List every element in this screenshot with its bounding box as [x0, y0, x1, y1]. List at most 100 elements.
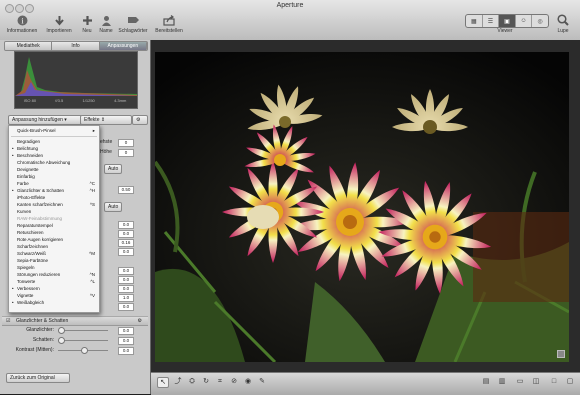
straighten-tool-icon[interactable]: ⊘ — [229, 377, 239, 386]
import-button[interactable]: Importieren — [42, 14, 76, 34]
slider-knob[interactable] — [58, 327, 65, 334]
crop-tool-icon[interactable]: ⌗ — [215, 377, 225, 386]
menu-item[interactable]: Quick-Brush-Pinsel ▸ — [9, 128, 99, 134]
compare-icon[interactable]: ◫ — [531, 377, 541, 386]
row-label: Glanzlichter: — [26, 327, 54, 333]
menu-item[interactable]: Rote Augen korrigieren — [9, 237, 99, 243]
fullscreen-icon[interactable] — [557, 350, 565, 358]
value-field[interactable]: 0 — [118, 149, 134, 157]
menu-item[interactable]: • Weißabgleich — [9, 300, 99, 306]
viewer-view-icon[interactable]: ▣ — [499, 15, 516, 27]
stamp-tool-icon[interactable]: ⛭ — [187, 377, 197, 386]
value-field[interactable]: 0.0 — [118, 221, 134, 229]
value-field[interactable]: 0.0 — [118, 327, 134, 335]
value-field[interactable]: 0.0 — [118, 337, 134, 345]
slider-track[interactable] — [58, 337, 108, 344]
menu-item[interactable]: Störungen reduzieren ^N — [9, 272, 99, 278]
split-view-icon[interactable]: ▥ — [497, 377, 507, 386]
info-button[interactable]: i Informationen — [5, 14, 39, 34]
menu-item[interactable]: • Glanzlichter & Schatten ^H — [9, 188, 99, 194]
menu-item[interactable]: • Verbessern — [9, 286, 99, 292]
name-button[interactable]: Name — [97, 14, 115, 34]
value-field[interactable]: 0.0 — [118, 248, 134, 256]
flower-photo[interactable] — [155, 52, 569, 362]
menu-item[interactable]: Vignette ^V — [9, 293, 99, 299]
menu-item[interactable]: Schwarz/Weiß ^M — [9, 251, 99, 257]
tab-adjustments[interactable]: Anpassungen — [99, 42, 147, 50]
shadows-row: Schatten: 0.0 — [0, 336, 150, 345]
menu-item-label: Rote Augen korrigieren — [17, 237, 64, 242]
slider-track[interactable] — [58, 347, 108, 354]
new-button[interactable]: Neu — [78, 14, 96, 34]
menu-item-shortcut: ▸ — [92, 128, 95, 133]
value-field[interactable]: 0.16 — [118, 239, 134, 247]
import-label: Importieren — [46, 28, 72, 34]
menu-item[interactable]: • Beschneiden — [9, 153, 99, 159]
contrast-row: Kontrast (Mitten): 0.0 — [0, 346, 150, 355]
value-field[interactable]: 0.0 — [118, 285, 134, 293]
slider-knob[interactable] — [58, 337, 65, 344]
menu-item[interactable]: Reparaturstempel — [9, 223, 99, 229]
value-field[interactable]: 0.0 — [118, 347, 134, 355]
pointer-tool-icon[interactable]: ↖ — [157, 377, 169, 388]
menu-item[interactable]: Retuschieren — [9, 230, 99, 236]
menu-item[interactable]: Kurven — [9, 209, 99, 215]
aperture-window: Aperture i Informationen Importieren Neu… — [0, 0, 580, 395]
menu-item[interactable]: Einfarbig — [9, 174, 99, 180]
menu-item-label: Begradigen — [17, 139, 41, 144]
shutter-value: 1/1250 — [82, 98, 95, 103]
globe-view-icon[interactable]: ◎ — [532, 15, 548, 27]
gear-icon[interactable]: ⚙ — [138, 317, 142, 325]
menu-item-shortcut: ^V — [89, 293, 95, 298]
gear-icon[interactable]: ⚙ — [132, 115, 148, 125]
menu-item[interactable]: Tonwerte ^L — [9, 279, 99, 285]
value-field[interactable]: 0.0 — [118, 303, 134, 311]
menu-item[interactable]: Sepia-Farbtöne — [9, 258, 99, 264]
layout-icon[interactable]: ▤ — [481, 377, 491, 386]
auto-button[interactable]: Auto — [104, 164, 123, 174]
loupe-button[interactable]: Lupe — [552, 14, 574, 34]
redeye-tool-icon[interactable]: ◉ — [243, 377, 253, 386]
full-screen-mode-icon[interactable]: ▢ — [565, 377, 575, 386]
reset-to-original-button[interactable]: Zurück zum Original — [6, 373, 70, 383]
value-field[interactable]: 0.0 — [118, 276, 134, 284]
grid-view-icon[interactable]: ▦ — [466, 15, 483, 27]
menu-item[interactable]: Devignette — [9, 167, 99, 173]
viewer-only-icon[interactable]: □ — [549, 377, 559, 386]
loupe-label: Lupe — [557, 28, 569, 34]
value-field[interactable]: 0 — [118, 139, 134, 147]
menu-item-label: Quick-Brush-Pinsel — [17, 128, 56, 133]
people-view-icon[interactable]: ☺ — [516, 15, 533, 27]
highlights-shadows-header[interactable]: ☑ Glanzlichter & Schatten ⚙ — [2, 316, 148, 326]
menu-item[interactable]: iPhoto-Effekte — [9, 195, 99, 201]
tab-info[interactable]: Info — [52, 42, 100, 50]
auto-button[interactable]: Auto — [104, 202, 123, 212]
value-field[interactable]: 1.0 — [118, 294, 134, 302]
menu-item[interactable]: Scharfzeichnen — [9, 244, 99, 250]
value-field[interactable]: 0.50 — [118, 186, 134, 194]
menu-item[interactable]: Chromatische Abweichung — [9, 160, 99, 166]
rotate-tool-icon[interactable]: ↻ — [201, 377, 211, 386]
menu-item[interactable]: Farbe ^C — [9, 181, 99, 187]
menu-item[interactable]: • Belichtung — [9, 146, 99, 152]
list-view-icon[interactable]: ☰ — [483, 15, 500, 27]
filmstrip-icon[interactable]: ▭ — [515, 377, 525, 386]
value-field[interactable]: 0.0 — [118, 267, 134, 275]
share-button[interactable]: Bereitstellen — [152, 14, 186, 34]
menu-item-label: Tonwerte — [17, 279, 36, 284]
brush-tool-icon[interactable]: ✎ — [257, 377, 267, 386]
menu-item-shortcut: ^H — [89, 188, 95, 193]
add-adjustment-button[interactable]: Anpassung hinzufügen ▾ — [8, 115, 82, 125]
checkbox[interactable]: ☑ — [6, 317, 10, 325]
effects-dropdown[interactable]: Effekte ⇕ — [80, 115, 132, 125]
menu-item[interactable]: Spiegeln — [9, 265, 99, 271]
slider-knob[interactable] — [81, 347, 88, 354]
tab-library[interactable]: Mediathek — [5, 42, 53, 50]
viewer-mode-control[interactable]: ▦ ☰ ▣ ☺ ◎ — [465, 14, 549, 28]
slider-track[interactable] — [58, 327, 108, 334]
value-field[interactable]: 0.0 — [118, 230, 134, 238]
menu-item[interactable]: Kanten scharfzeichnen ^S — [9, 202, 99, 208]
menu-item[interactable]: Begradigen — [9, 139, 99, 145]
lift-tool-icon[interactable]: ⤴ — [173, 377, 183, 386]
keywords-button[interactable]: Schlagwörter — [116, 14, 150, 34]
